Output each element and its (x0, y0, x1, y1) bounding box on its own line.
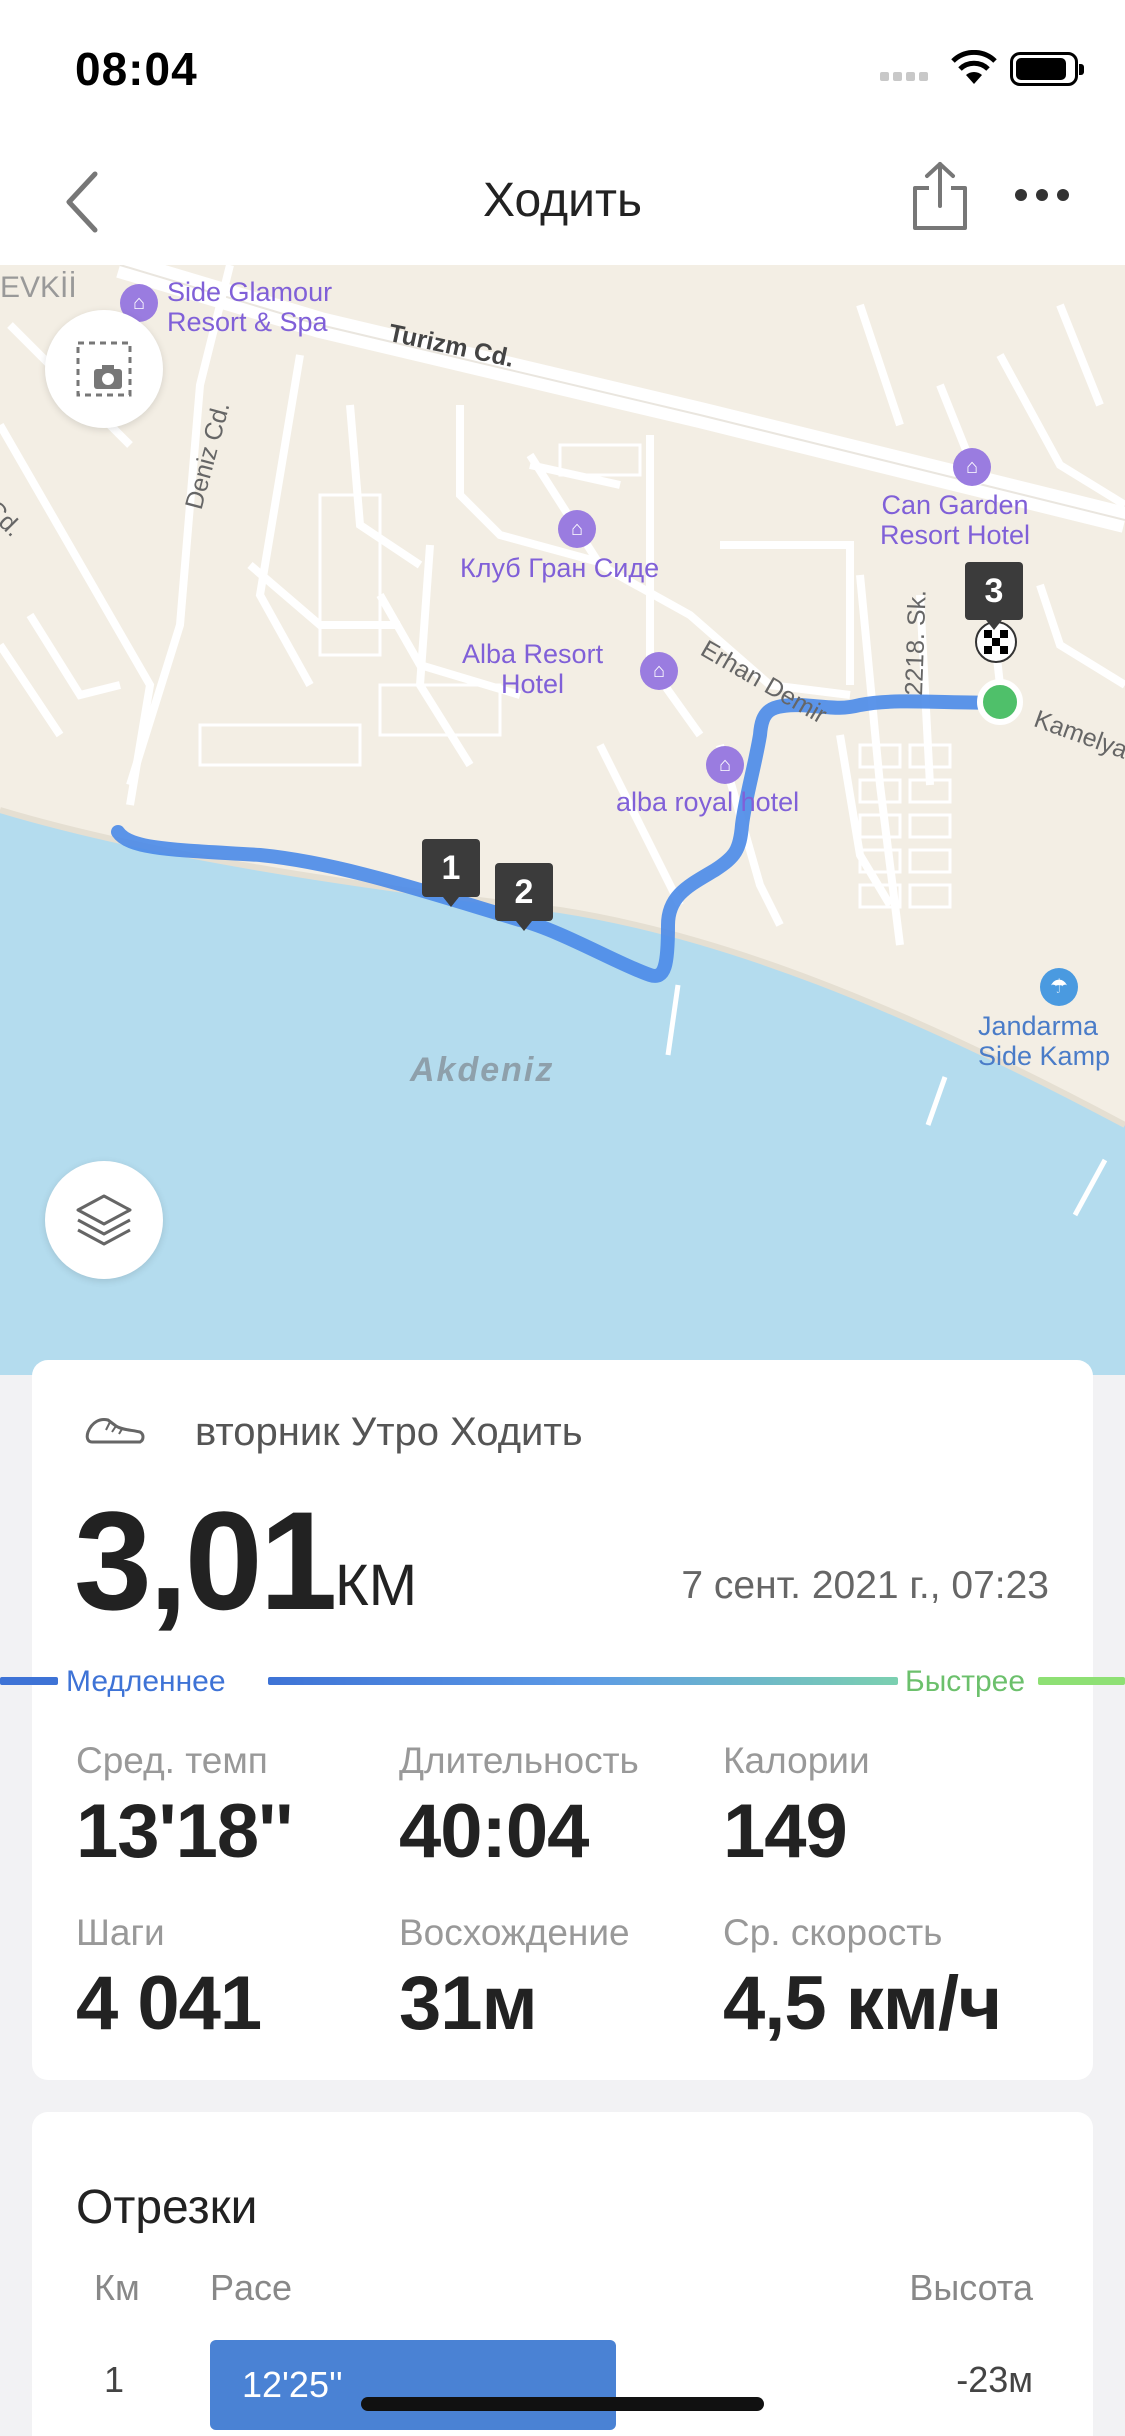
poi-label: Alba Resort Hotel (462, 639, 604, 699)
hotel-icon: ⌂ (953, 448, 991, 486)
stat-label: Калории (723, 1740, 870, 1781)
battery-icon (1010, 52, 1084, 86)
hotel-icon: ⌂ (558, 510, 596, 548)
split-pace: 12'25'' (242, 2364, 343, 2405)
poi-label: Jandarma Side Kamp (978, 1011, 1111, 1071)
stat-value: 31м (399, 1961, 538, 2046)
street-label: 2218. Sk. (900, 589, 932, 696)
map-screenshot-button[interactable] (45, 310, 163, 428)
stat-label: Шаги (76, 1912, 165, 1953)
map-canvas (0, 265, 1125, 1375)
stat-avg-speed: Ср. скорость 4,5 км/ч (723, 1912, 1053, 2047)
activity-label: вторник Утро Ходить (195, 1410, 583, 1454)
stat-value: 149 (723, 1789, 848, 1874)
stat-steps: Шаги 4 041 (76, 1912, 406, 2047)
column-header-altitude: Высота (909, 2267, 1033, 2308)
stat-label: Сред. темп (76, 1740, 268, 1781)
stat-label: Ср. скорость (723, 1912, 943, 1953)
pace-scale-fast-label: Быстрее (905, 1665, 1026, 1698)
lap-marker[interactable]: 1 (422, 839, 480, 907)
stat-label: Восхождение (399, 1912, 630, 1953)
more-options-icon[interactable] (1015, 188, 1085, 208)
poi-label: alba royal hotel (616, 787, 800, 817)
stat-value: 13'18'' (76, 1789, 293, 1874)
distance-value: 3,01 (74, 1482, 337, 1639)
camera-frame-icon (76, 341, 132, 397)
route-map[interactable]: EVKİİ Turizm Cd. Deniz Cd. Cd. Erhan Dem… (0, 265, 1125, 1375)
stat-calories: Калории 149 (723, 1740, 1053, 1875)
hotel-icon: ⌂ (706, 746, 744, 784)
pace-scale-slow-label: Медленнее (66, 1665, 226, 1698)
share-icon[interactable] (905, 158, 975, 238)
home-indicator[interactable] (361, 2397, 764, 2411)
stat-ascent: Восхождение 31м (399, 1912, 729, 2047)
poi-label: Клуб Гран Сиде (460, 553, 660, 583)
status-time: 08:04 (75, 43, 198, 95)
sea-label: Akdeniz (410, 1051, 555, 1089)
stat-avg-pace: Сред. темп 13'18'' (76, 1740, 406, 1875)
poi-label: Can Garden Resort Hotel (880, 490, 1031, 550)
column-header-pace: Pace (210, 2267, 293, 2308)
workout-summary-card: вторник Утро Ходить 3,01 КМ 7 сент. 2021… (0, 1360, 1125, 2080)
wifi-icon (951, 50, 997, 84)
layers-icon (76, 1194, 132, 1246)
beach-umbrella-icon: ☂ (1040, 968, 1078, 1006)
column-header-km: Км (94, 2267, 140, 2308)
lap-marker[interactable]: 2 (495, 863, 553, 931)
shoe-icon (85, 1418, 145, 1444)
distance-unit: КМ (335, 1553, 418, 1618)
nav-bar: Ходить (0, 140, 1125, 265)
pace-scale-gradient (268, 1677, 898, 1685)
hotel-icon: ⌂ (640, 652, 678, 690)
map-layers-button[interactable] (45, 1161, 163, 1279)
poi-label: Side Glamour Resort & Spa (167, 277, 333, 337)
pace-scale-fast-segment (1038, 1677, 1125, 1685)
stat-label: Длительность (399, 1740, 639, 1781)
split-pace-bar: 12'25'' (210, 2340, 616, 2430)
splits-title: Отрезки (76, 2181, 258, 2234)
lap-marker[interactable]: 3 (965, 562, 1023, 630)
stat-duration: Длительность 40:04 (399, 1740, 729, 1875)
split-altitude: -23м (956, 2359, 1033, 2400)
stat-value: 40:04 (399, 1789, 589, 1874)
street-label: EVKİİ (0, 271, 77, 304)
stat-value: 4 041 (76, 1961, 262, 2046)
split-km: 1 (104, 2359, 125, 2400)
stat-value: 4,5 км/ч (723, 1961, 1002, 2046)
splits-card: Отрезки Км Pace Высота 1 12'25'' -23м (32, 2112, 1093, 2436)
cellular-signal-icon (880, 68, 932, 86)
pace-scale-slow-segment (0, 1677, 58, 1685)
workout-datetime: 7 сент. 2021 г., 07:23 (681, 1564, 1049, 1607)
status-bar: 08:04 (0, 0, 1125, 140)
pace-scale: Медленнее Быстрее (0, 1665, 1125, 1701)
